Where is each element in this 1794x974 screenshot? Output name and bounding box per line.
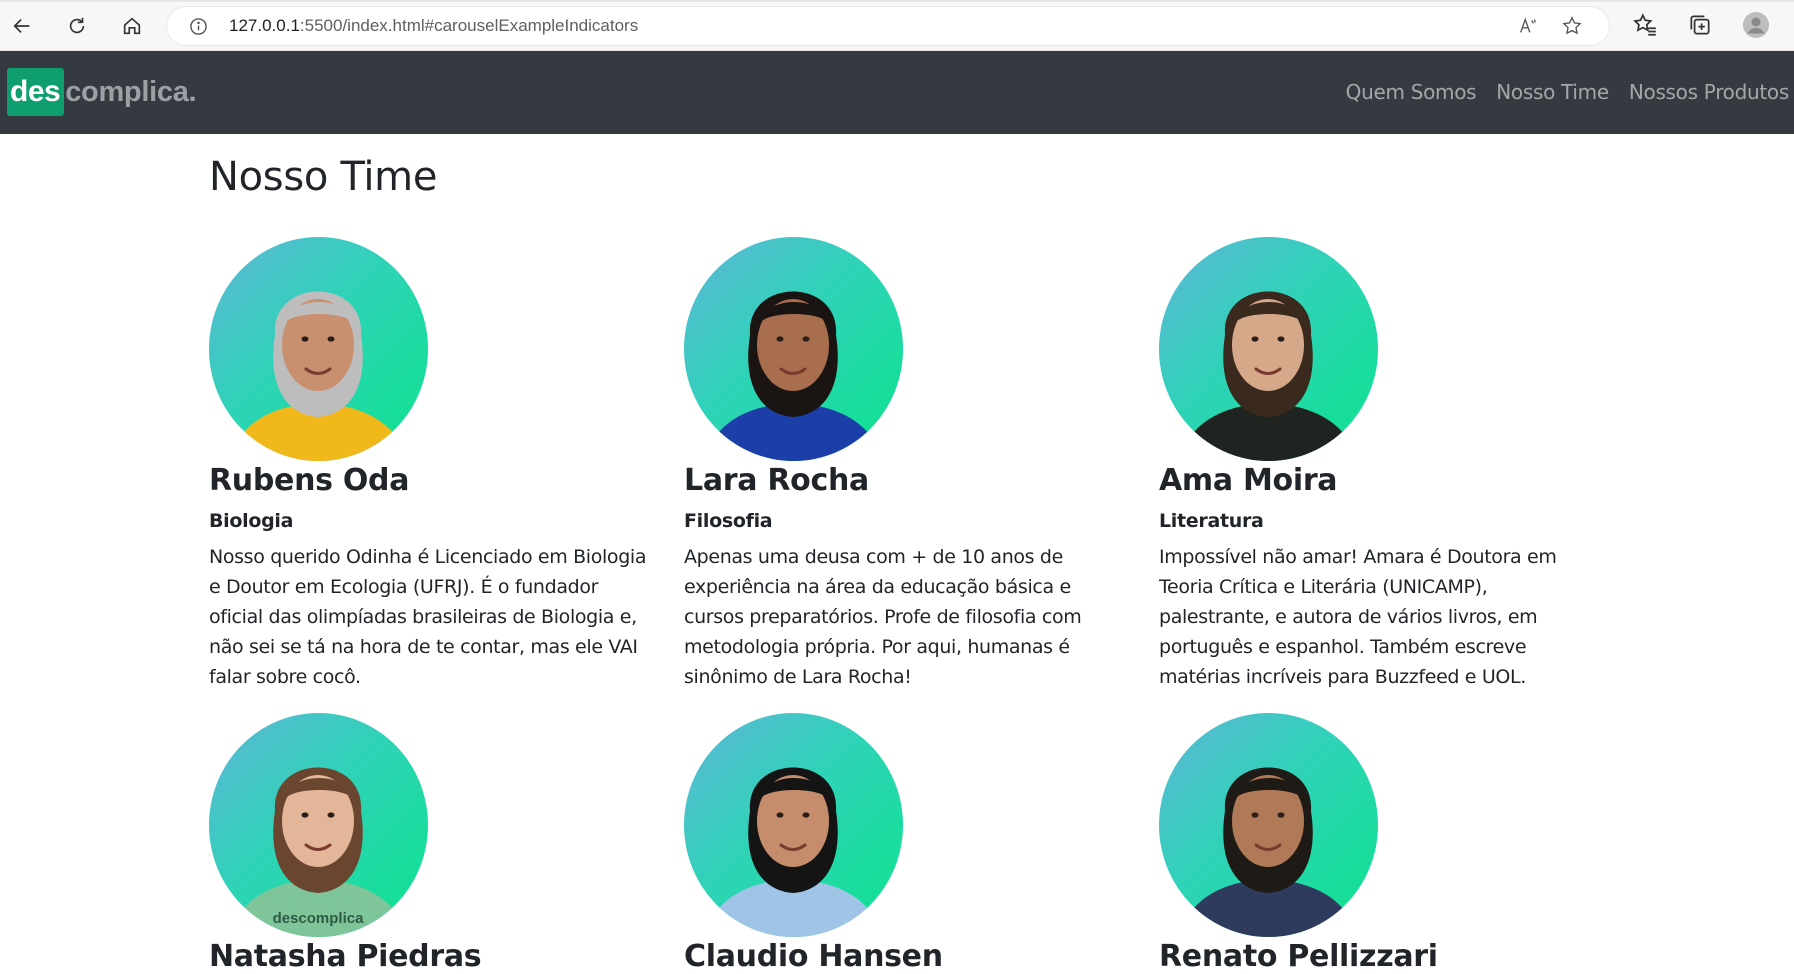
url-host: 127.0.0.1 <box>229 16 300 35</box>
member-name: Rubens Oda <box>209 463 410 498</box>
member-subject: Filosofia <box>684 510 773 532</box>
member-portrait <box>1179 767 1358 937</box>
team-member-card: Claudio Hansen <box>684 713 1124 974</box>
team-member-card: Renato Pellizzari <box>1159 713 1599 974</box>
favorite-star-icon[interactable] <box>1561 15 1583 37</box>
home-icon <box>123 17 141 35</box>
member-bio: Impossível não amar! Amara é Doutora em … <box>1159 546 1557 688</box>
member-subject: Biologia <box>209 510 294 532</box>
portrait-eye <box>327 812 335 818</box>
portrait-eye <box>1277 336 1285 342</box>
member-portrait: descomplica <box>229 767 408 937</box>
nav-links: Quem Somos Nosso Time Nossos Produtos <box>1346 80 1790 104</box>
back-icon <box>13 18 30 34</box>
portrait-eye <box>776 336 784 342</box>
member-name: Claudio Hansen <box>684 939 943 974</box>
back-button[interactable] <box>5 9 39 43</box>
nav-link-nosso-time[interactable]: Nosso Time <box>1496 80 1609 104</box>
portrait-eye <box>1277 812 1285 818</box>
address-bar[interactable]: 127.0.0.1:5500/index.html#carouselExampl… <box>167 7 1609 45</box>
member-portrait <box>704 291 883 461</box>
url-path: :5500/index.html#carouselExampleIndicato… <box>299 16 639 35</box>
collections-icon[interactable] <box>1687 12 1713 38</box>
member-portrait <box>1179 291 1358 461</box>
page-title: Nosso Time <box>209 154 438 200</box>
portrait-eye <box>802 336 810 342</box>
member-photo <box>1159 713 1378 937</box>
member-name: Renato Pellizzari <box>1159 939 1438 974</box>
team-member-card: descomplica Natasha Piedras <box>209 713 649 974</box>
member-portrait <box>704 767 883 937</box>
member-name: Natasha Piedras <box>209 939 482 974</box>
member-photo <box>684 713 903 937</box>
member-photo <box>209 237 428 461</box>
member-name: Lara Rocha <box>684 463 869 498</box>
logo-wordmark: complica. <box>65 75 197 108</box>
info-icon[interactable] <box>189 17 208 36</box>
read-aloud-icon[interactable] <box>1517 15 1539 37</box>
portrait-eye <box>1251 812 1259 818</box>
url-text[interactable]: 127.0.0.1:5500/index.html#carouselExampl… <box>229 16 638 36</box>
member-bio: Apenas uma deusa com + de 10 anos de exp… <box>684 546 1082 688</box>
favorites-icon[interactable] <box>1632 12 1658 38</box>
reload-icon <box>69 17 85 34</box>
site-navbar: des complica. Quem Somos Nosso Time Noss… <box>0 51 1794 134</box>
member-portrait <box>229 291 408 461</box>
shirt-print-text: descomplica <box>273 910 365 927</box>
nav-link-nossos-produtos[interactable]: Nossos Produtos <box>1629 80 1789 104</box>
tab-strip-edge <box>0 0 1794 2</box>
nav-link-quem-somos[interactable]: Quem Somos <box>1346 80 1477 104</box>
portrait-eye <box>776 812 784 818</box>
member-photo <box>1159 237 1378 461</box>
portrait-eye <box>301 336 309 342</box>
member-photo: descomplica <box>209 713 428 937</box>
team-member-card: Rubens Oda Biologia Nosso querido Odinha é… <box>209 237 649 688</box>
descomplica-logo[interactable]: des complica. <box>7 68 197 116</box>
member-name: Ama Moira <box>1159 463 1338 498</box>
member-subject: Literatura <box>1159 510 1264 532</box>
member-bio: Nosso querido Odinha é Licenciado em Bio… <box>209 546 647 688</box>
portrait-eye <box>301 812 309 818</box>
portrait-eye <box>1251 336 1259 342</box>
member-photo <box>684 237 903 461</box>
portrait-eye <box>327 336 335 342</box>
team-member-card: Ama Moira Literatura Impossível não amar! … <box>1159 237 1599 688</box>
reload-button[interactable] <box>60 9 94 43</box>
home-button[interactable] <box>115 9 149 43</box>
portrait-eye <box>802 812 810 818</box>
browser-toolbar: 127.0.0.1:5500/index.html#carouselExampl… <box>0 0 1794 51</box>
team-member-card: Lara Rocha Filosofia Apenas uma deusa com … <box>684 237 1124 688</box>
logo-mark: des <box>7 68 65 116</box>
profile-icon[interactable] <box>1743 12 1769 38</box>
